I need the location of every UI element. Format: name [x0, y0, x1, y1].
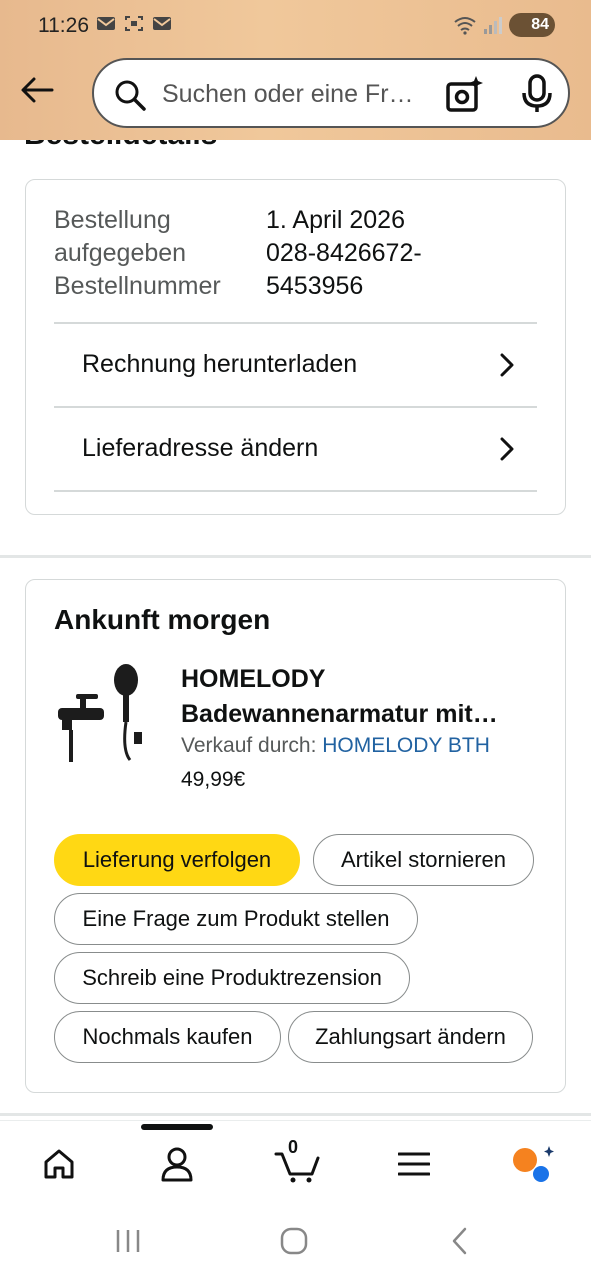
- change-address-link[interactable]: Lieferadresse ändern: [54, 408, 537, 492]
- tab-home[interactable]: [34, 1141, 84, 1187]
- app-header: 11:26 84: [0, 0, 591, 140]
- seller-info: Verkauf durch: HOMELODY BTH: [181, 734, 490, 758]
- track-delivery-button[interactable]: Lieferung verfolgen: [54, 834, 300, 886]
- recent-apps-button[interactable]: [108, 1224, 148, 1258]
- recent-apps-icon: [116, 1230, 140, 1252]
- system-status: 84: [453, 13, 555, 37]
- tab-rufus-assistant[interactable]: [507, 1141, 557, 1187]
- wifi-icon: [454, 17, 476, 35]
- product-price: 49,99€: [181, 768, 246, 791]
- back-button[interactable]: [18, 72, 56, 108]
- arrival-heading: Ankunft morgen: [54, 604, 271, 635]
- assistant-icon: [513, 1146, 554, 1182]
- search-bar[interactable]: [92, 58, 570, 128]
- chevron-right-icon: [500, 353, 514, 377]
- chevron-right-icon: [500, 437, 514, 461]
- seller-link[interactable]: HOMELODY BTH: [322, 734, 490, 757]
- shipment-card: Ankunft morgen HOMELODY Badewannenarmatu…: [25, 579, 566, 1093]
- search-icon: [115, 80, 146, 111]
- order-number-label: Bestellnummer: [54, 272, 221, 300]
- menu-icon: [398, 1152, 430, 1176]
- buy-again-button[interactable]: Nochmals kaufen: [54, 1011, 281, 1063]
- home-circle-icon: [280, 1227, 308, 1255]
- section-divider: [0, 555, 591, 558]
- order-number-line2: 5453956: [266, 272, 364, 300]
- mail-icon: [153, 17, 171, 30]
- tab-menu[interactable]: [389, 1141, 439, 1187]
- change-payment-button[interactable]: Zahlungsart ändern: [288, 1011, 533, 1063]
- order-details-card: Bestellung aufgegeben 1. April 2026 Best…: [25, 179, 566, 515]
- link-label: Lieferadresse ändern: [82, 434, 319, 462]
- write-review-button[interactable]: Schreib eine Produktrezension: [54, 952, 410, 1004]
- status-bar: 11:26 84: [0, 0, 591, 52]
- seller-prefix: Verkauf durch:: [181, 734, 323, 757]
- order-date-label-line1: Bestellung: [54, 206, 171, 234]
- arrow-left-icon: [21, 77, 54, 103]
- notification-icons: [96, 15, 172, 32]
- product-title-line1: HOMELODY: [181, 665, 326, 693]
- link-label: Rechnung herunterladen: [82, 350, 358, 378]
- page-title: Bestelldetails: [24, 140, 217, 152]
- mail-icon: [97, 17, 115, 30]
- order-date-label: Bestellung aufgegeben: [54, 204, 186, 270]
- search-input[interactable]: [162, 78, 432, 110]
- bottom-tab-bar: 0: [0, 1120, 591, 1200]
- section-title-clip: Bestelldetails: [0, 140, 591, 160]
- battery-indicator: 84: [509, 13, 555, 37]
- camera-search-icon[interactable]: [444, 74, 484, 114]
- cancel-item-button[interactable]: Artikel stornieren: [313, 834, 534, 886]
- microphone-icon[interactable]: [520, 74, 554, 114]
- divider: [54, 490, 537, 492]
- tab-cart[interactable]: 0: [270, 1137, 326, 1187]
- active-tab-indicator: [141, 1124, 213, 1130]
- product-title[interactable]: HOMELODY Badewannenarmatur mit…: [181, 662, 531, 732]
- home-icon: [44, 1149, 74, 1179]
- user-icon: [161, 1147, 193, 1182]
- screenshot-icon: [125, 16, 143, 31]
- order-number-value: 028-8426672- 5453956: [266, 237, 422, 303]
- home-button[interactable]: [274, 1224, 314, 1258]
- system-nav-bar: [0, 1200, 591, 1280]
- status-time: 11:26: [38, 14, 89, 37]
- order-date-label-line2: aufgegeben: [54, 239, 187, 267]
- chevron-left-icon: [452, 1227, 467, 1255]
- tab-account[interactable]: [152, 1141, 202, 1187]
- order-date-value: 1. April 2026: [266, 206, 405, 234]
- order-number-line1: 028-8426672-: [266, 239, 422, 267]
- system-back-button[interactable]: [440, 1224, 480, 1258]
- product-title-line2: Badewannenarmatur mit…: [181, 700, 498, 728]
- cart-count: 0: [288, 1137, 299, 1157]
- signal-icon: [484, 17, 502, 34]
- ask-question-button[interactable]: Eine Frage zum Produkt stellen: [54, 893, 418, 945]
- download-invoice-link[interactable]: Rechnung herunterladen: [54, 324, 537, 408]
- section-divider: [0, 1113, 591, 1116]
- product-image[interactable]: [52, 660, 162, 770]
